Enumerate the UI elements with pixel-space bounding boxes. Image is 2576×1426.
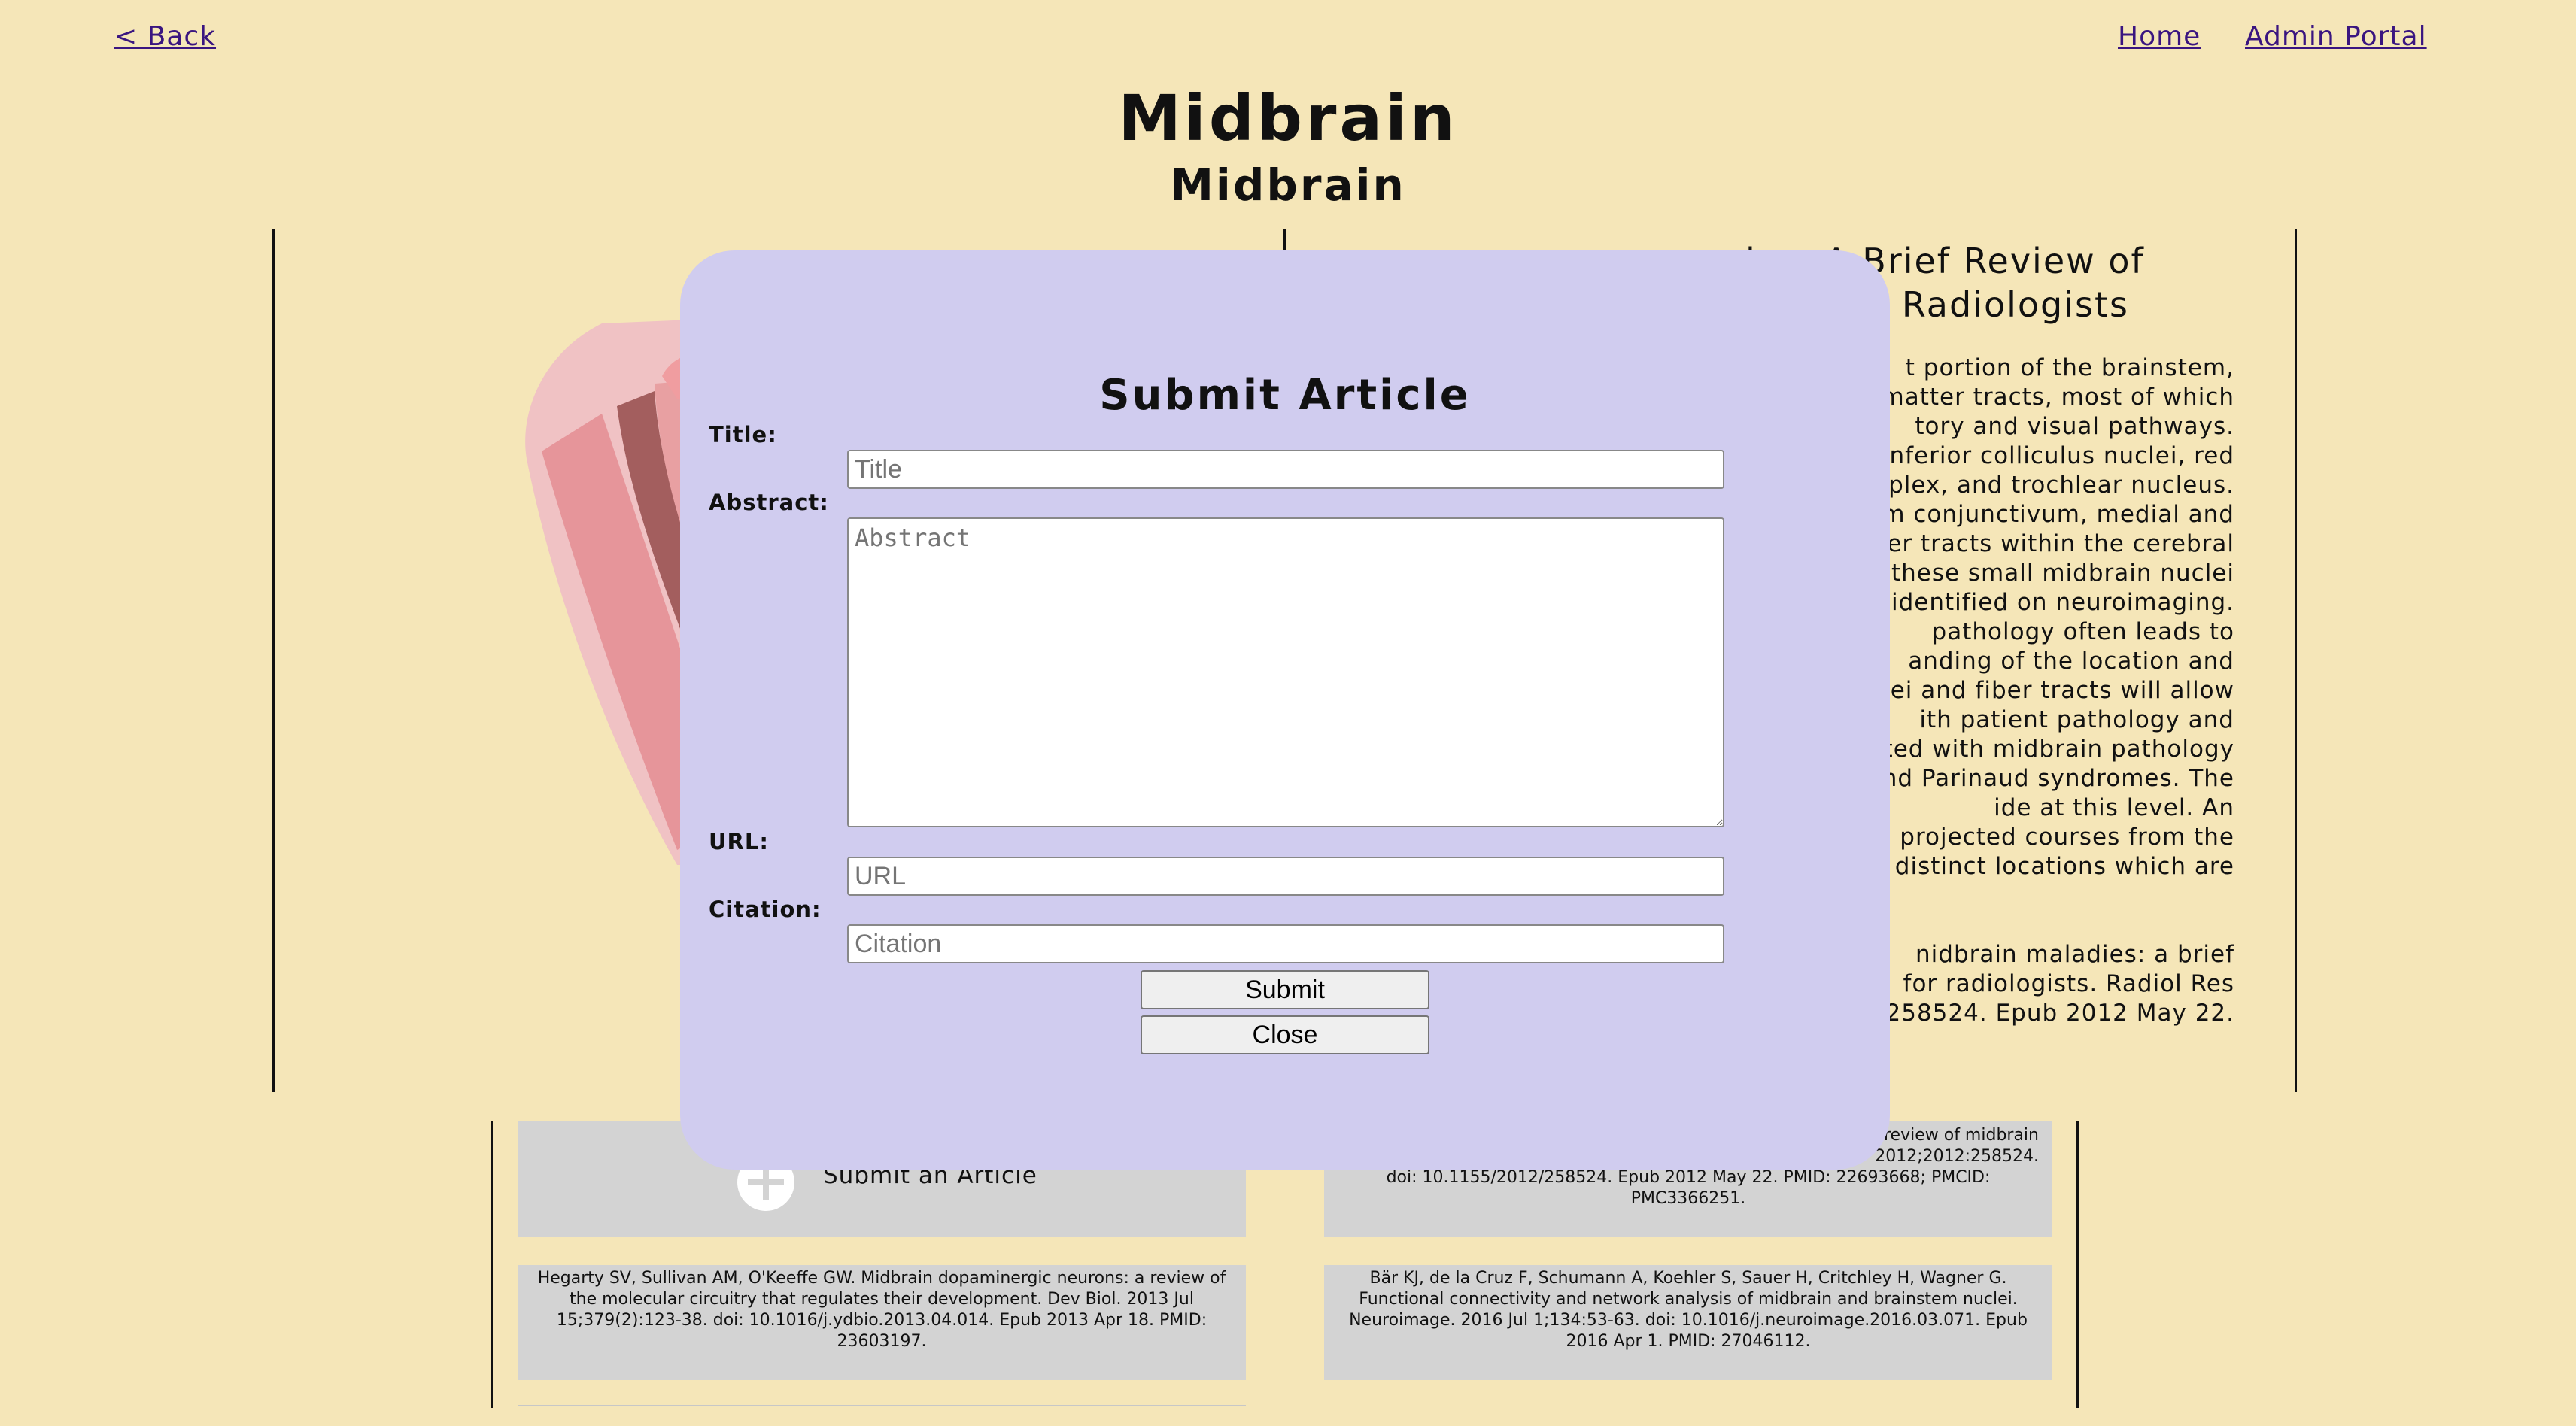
abstract-textarea[interactable]	[847, 517, 1724, 827]
cards-left-line	[491, 1121, 493, 1408]
submit-article-modal: Submit Article Title: Abstract: URL: Cit…	[680, 250, 1890, 1170]
frame-right-line	[2295, 229, 2297, 1092]
submit-button[interactable]: Submit	[1141, 970, 1429, 1009]
abstract-label: Abstract:	[709, 490, 829, 515]
reference-card: Hegarty SV, Sullivan AM, O'Keeffe GW. Mi…	[518, 1265, 1246, 1380]
url-input[interactable]	[847, 857, 1724, 896]
back-link[interactable]: < Back	[114, 21, 216, 52]
close-button[interactable]: Close	[1141, 1015, 1429, 1054]
citation-label: Citation:	[709, 897, 822, 922]
reference-card-line: doi: 10.1155/2012/258524. Epub 2012 May …	[1386, 1168, 1991, 1187]
modal-title: Submit Article	[1099, 371, 1471, 420]
admin-portal-link[interactable]: Admin Portal	[2245, 21, 2427, 52]
page-title: Midbrain	[1118, 81, 1458, 155]
frame-left-line	[272, 229, 275, 1092]
reference-card: Bär KJ, de la Cruz F, Schumann A, Koehle…	[1324, 1265, 2052, 1380]
title-input[interactable]	[847, 450, 1724, 489]
home-link[interactable]: Home	[2118, 21, 2201, 52]
cards-bottom-divider	[518, 1405, 1246, 1406]
title-label: Title:	[709, 422, 777, 448]
frame-center-line	[1283, 229, 1286, 252]
reference-card-line: PMC3366251.	[1630, 1189, 1746, 1208]
url-label: URL:	[709, 829, 769, 854]
page-subtitle: Midbrain	[1170, 159, 1406, 211]
citation-input[interactable]	[847, 924, 1724, 963]
cards-right-line	[2076, 1121, 2079, 1408]
